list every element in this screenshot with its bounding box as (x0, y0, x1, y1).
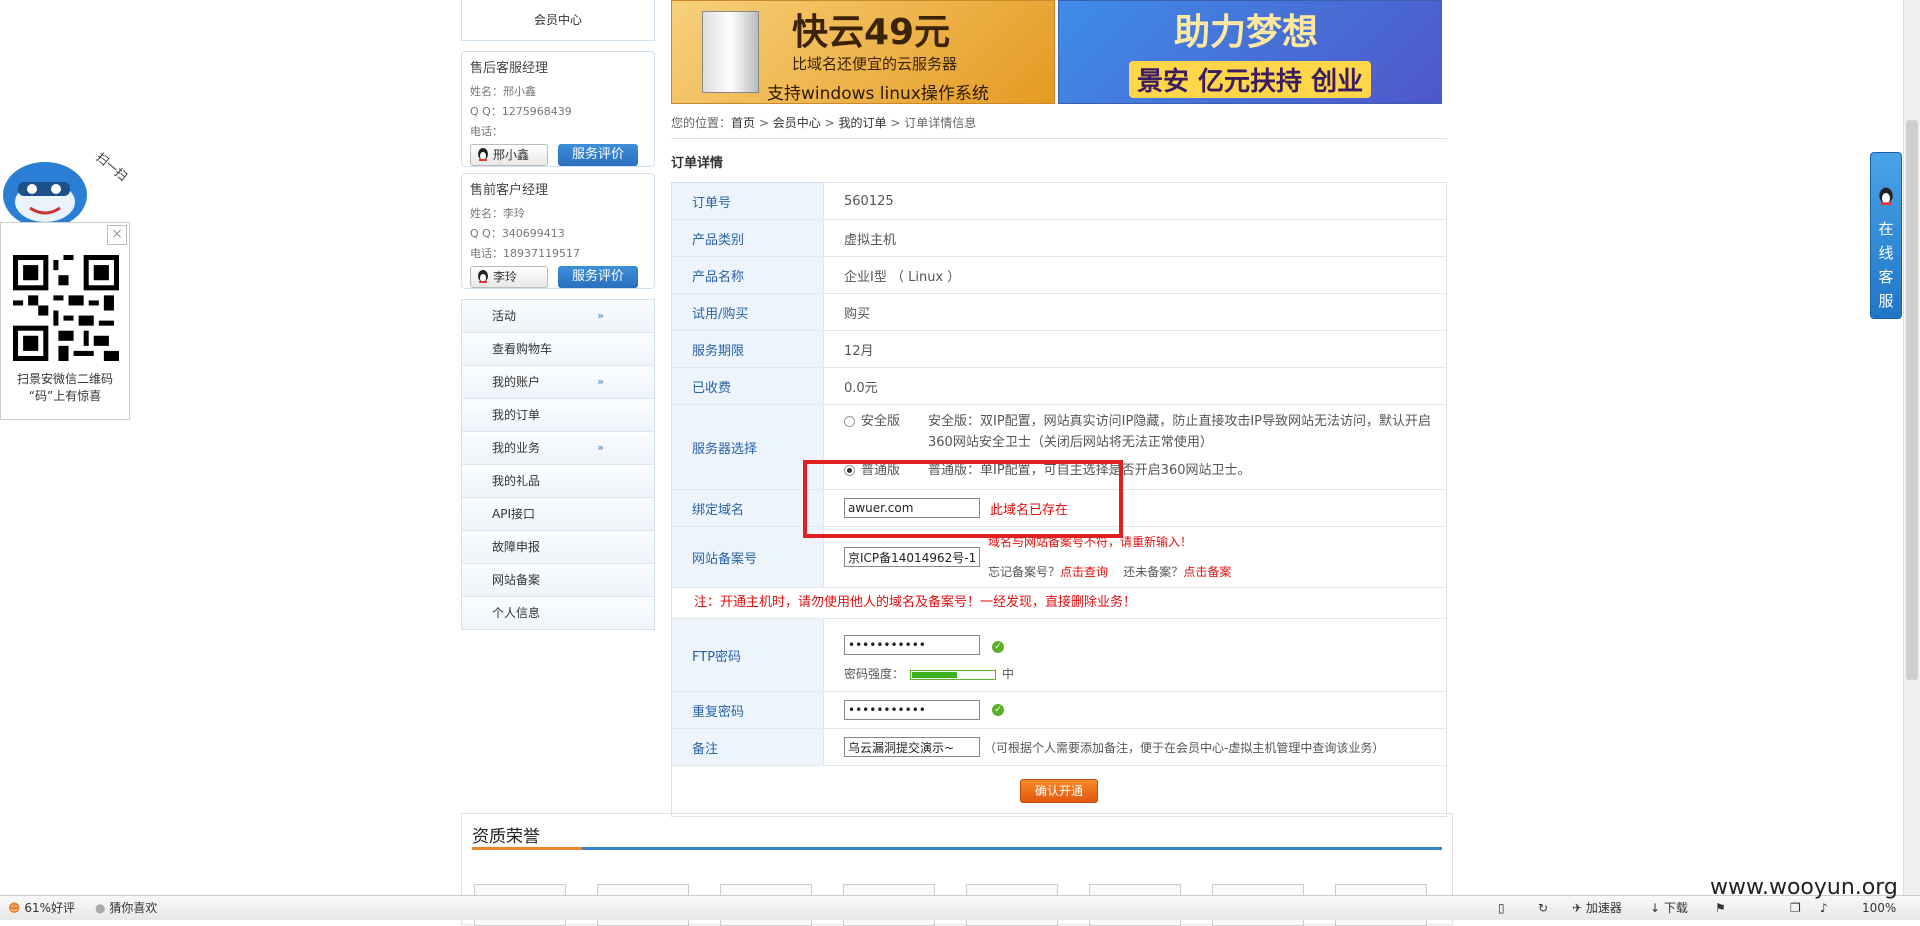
remark-input[interactable] (844, 737, 980, 757)
pre-sales-name: 姓名：李玲 (470, 207, 525, 220)
icp-input[interactable] (844, 547, 980, 567)
icp-apply-link[interactable]: 点击备案 (1183, 565, 1231, 579)
online-service-char: 在 (1878, 220, 1894, 238)
honors-title: 资质荣誉 (472, 827, 540, 847)
breadcrumb-current: 订单详情信息 (904, 116, 977, 130)
sidebar-item-business[interactable]: 我的业务» (462, 432, 654, 465)
pre-sales-qq: Q Q：340699413 (470, 227, 565, 240)
pre-sales-title: 售前客户经理 (470, 183, 549, 198)
sidebar-item-icp[interactable]: 网站备案 (462, 564, 654, 597)
chevron-down-icon: » (597, 375, 604, 388)
rating-item[interactable]: ☻ 61%好评 (8, 896, 75, 920)
breadcrumb-member[interactable]: 会员中心 (773, 116, 821, 130)
row-repeat: 重复密码 ✓ (672, 692, 1446, 729)
service-eval-button[interactable]: 服务评价 (558, 144, 638, 166)
guess-item[interactable]: ● 猜你喜欢 (95, 896, 157, 920)
download-item[interactable]: ↓ 下载 (1650, 896, 1688, 920)
password-strength-bar (910, 669, 997, 680)
chevron-down-icon: » (597, 309, 604, 322)
after-sales-qq: Q Q：1275968439 (470, 105, 572, 118)
online-service-button[interactable]: 在线客服 (1870, 152, 1902, 319)
cloud-promo-banner[interactable]: 快云49元 比域名还便宜的云服务器 支持windows linux操作系统 (671, 0, 1055, 104)
icp-query-link[interactable]: 点击查询 (1060, 565, 1108, 579)
online-service-char: 客 (1878, 268, 1894, 286)
sidebar-item-api[interactable]: API接口 (462, 498, 654, 531)
confirm-button[interactable]: 确认开通 (1020, 779, 1098, 803)
row-charged: 已收费 0.0元 (672, 368, 1446, 405)
breadcrumb: 您的位置：首页 > 会员中心 > 我的订单 > 订单详情信息 (671, 114, 1447, 139)
qr-panel: × 扫景安微信二维码 “码”上有惊喜 (0, 222, 130, 420)
qq-contact-button[interactable]: 邢小鑫 (470, 144, 548, 166)
chevron-down-icon: » (597, 441, 604, 454)
after-sales-title: 售后客服经理 (470, 61, 549, 76)
strength-fill (912, 671, 958, 678)
submit-area: 确认开通 (672, 766, 1446, 816)
option-secure: 安全版 安全版：双IP配置，网站真实访问IP隐藏，防止直接攻击IP导致网站无法访… (844, 411, 1446, 453)
sidebar-item-profile[interactable]: 个人信息 (462, 597, 654, 629)
qq-contact-button[interactable]: 李玲 (470, 266, 548, 288)
repeat-password-input[interactable] (844, 700, 980, 720)
breadcrumb-orders[interactable]: 我的订单 (838, 116, 886, 130)
sidebar-menu: 活动» 查看购物车 我的账户» 我的订单 我的业务» 我的礼品 API接口 故障… (461, 299, 655, 630)
pre-sales-phone: 电话：18937119517 (470, 247, 580, 260)
row-product: 产品名称 企业I型 （ Linux ） (672, 257, 1446, 294)
accelerator-item[interactable]: ✈ 加速器 (1572, 896, 1622, 920)
phone-icon[interactable]: ▯ (1498, 896, 1505, 920)
sidebar-item-cart[interactable]: 查看购物车 (462, 333, 654, 366)
server-image (702, 11, 759, 93)
row-period: 服务期限 12月 (672, 331, 1446, 368)
pre-sales-card: 售前客户经理 姓名：李玲 Q Q：340699413 电话：1893711951… (461, 173, 655, 289)
sidebar-item-orders[interactable]: 我的订单 (462, 399, 654, 432)
row-trial: 试用/购买 购买 (672, 294, 1446, 331)
qq-penguin-icon (478, 270, 488, 283)
radio-icon[interactable] (844, 416, 855, 427)
after-sales-name: 姓名：邢小鑫 (470, 85, 536, 98)
qr-code-image (13, 255, 119, 361)
after-sales-card: 售后客服经理 姓名：邢小鑫 Q Q：1275968439 电话： 邢小鑫 服务评… (461, 51, 655, 167)
ftp-password-input[interactable] (844, 635, 980, 655)
online-service-char: 服 (1878, 292, 1894, 310)
service-eval-button[interactable]: 服务评价 (558, 266, 638, 288)
qq-penguin-icon (478, 148, 488, 161)
honors-divider (472, 847, 1442, 850)
icp-help: 忘记备案号？点击查询 还未备案？点击备案 (988, 565, 1232, 579)
startup-promo-banner[interactable]: 助力梦想 景安 亿元扶持 创业 (1058, 0, 1442, 104)
online-service-label: 在线客服 (1871, 217, 1901, 313)
breadcrumb-home[interactable]: 首页 (731, 116, 755, 130)
qr-caption: 扫景安微信二维码 “码”上有惊喜 (16, 372, 113, 403)
browser-status-bar: ☻ 61%好评 ● 猜你喜欢 ▯ ↻ ✈ 加速器 ↓ 下载 ⚑ ❐ ♪ 100% (0, 895, 1920, 920)
row-category: 产品类别 虚拟主机 (672, 220, 1446, 257)
sidebar-item-activity[interactable]: 活动» (462, 300, 654, 333)
sidebar-item-fault[interactable]: 故障申报 (462, 531, 654, 564)
highlight-box (803, 460, 1123, 538)
row-ftp: FTP密码 ✓ 密码强度：中 (672, 619, 1446, 692)
sidebar-item-account[interactable]: 我的账户» (462, 366, 654, 399)
sidebar-item-gifts[interactable]: 我的礼品 (462, 465, 654, 498)
refresh-icon[interactable]: ↻ (1538, 896, 1548, 920)
vertical-scrollbar[interactable] (1903, 0, 1920, 895)
radio-secure[interactable]: 安全版 (844, 411, 928, 453)
close-icon[interactable]: × (107, 225, 127, 245)
check-icon: ✓ (992, 641, 1004, 653)
smile-icon: ☻ (8, 901, 21, 915)
after-sales-phone: 电话： (470, 125, 503, 138)
watermark: www.wooyun.org (1710, 875, 1898, 900)
scrollbar-thumb[interactable] (1906, 120, 1918, 680)
online-service-char: 线 (1878, 244, 1894, 262)
dot-icon: ● (95, 901, 106, 915)
qq-penguin-icon (1879, 187, 1893, 205)
sidebar: 会员中心 售后客服经理 姓名：邢小鑫 Q Q：1275968439 电话： 邢小… (461, 0, 655, 630)
order-no-value: 560125 (844, 193, 894, 209)
page-title: 订单详情 (671, 156, 724, 171)
row-order-no: 订单号 560125 (672, 183, 1446, 220)
check-icon: ✓ (992, 704, 1004, 716)
warning-note: 注：开通主机时，请勿使用他人的域名及备案号！一经发现，直接删除业务！ (672, 588, 1446, 619)
row-remark: 备注 （可根据个人需要添加备注，便于在会员中心-虚拟主机管理中查询该业务） (672, 729, 1446, 766)
member-center-link[interactable]: 会员中心 (461, 0, 655, 41)
